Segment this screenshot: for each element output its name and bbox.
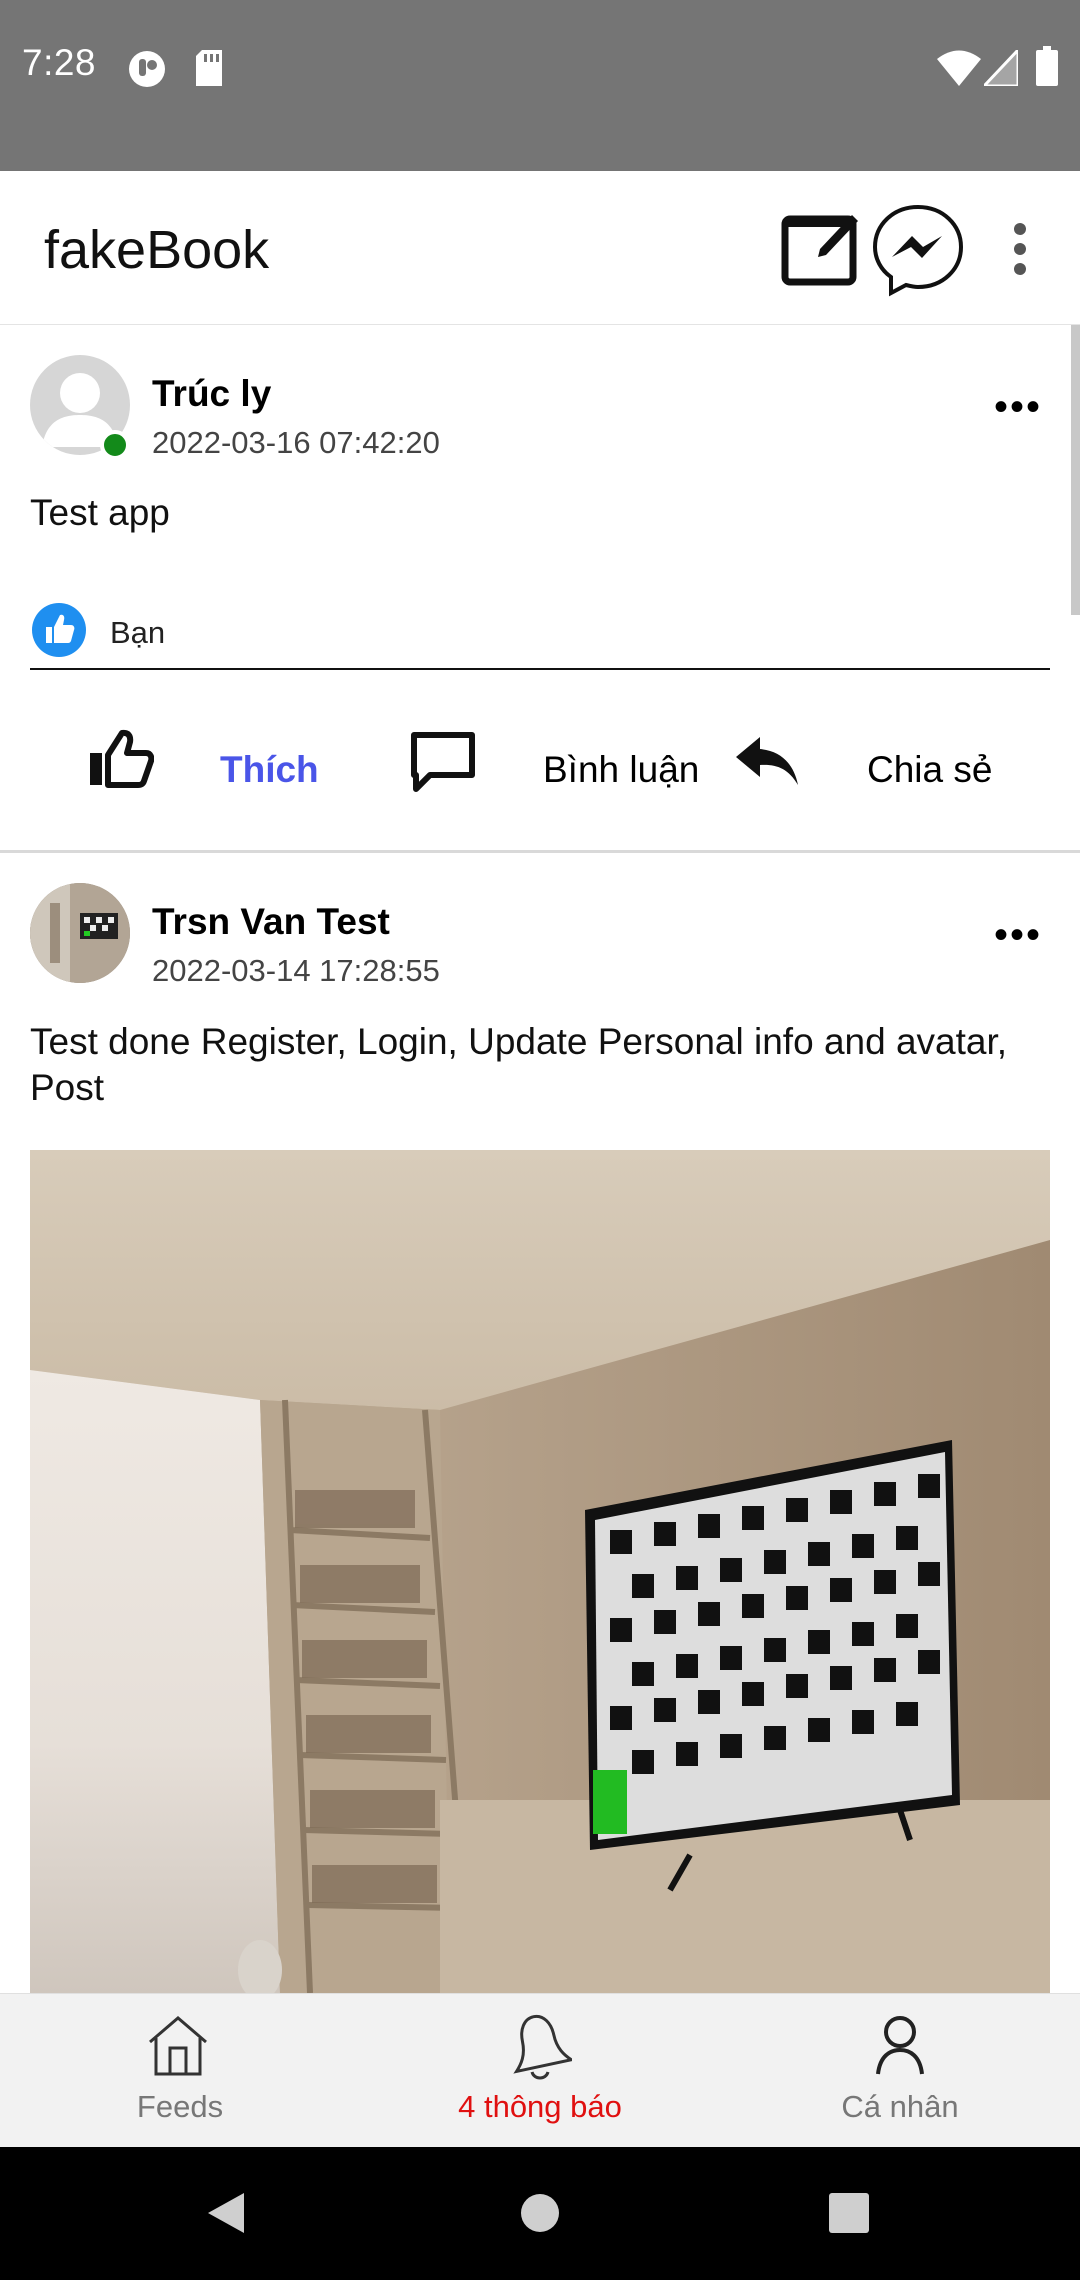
person-icon <box>876 2016 924 2075</box>
compose-post-icon[interactable] <box>780 207 860 287</box>
post-text: Test app <box>30 492 170 533</box>
nav-label-feeds: Feeds <box>136 2089 224 2124</box>
avatar[interactable] <box>30 883 130 983</box>
battery-icon <box>1036 46 1058 86</box>
nav-item-feeds[interactable]: Feeds <box>0 1994 360 2148</box>
post-menu-icon[interactable]: ••• <box>994 387 1042 427</box>
post-timestamp: 2022-03-14 17:28:55 <box>152 953 440 988</box>
nav-item-notifications[interactable]: 4 thông báo <box>360 1994 720 2148</box>
like-button[interactable]: Thích <box>220 749 319 791</box>
post-menu-icon[interactable]: ••• <box>994 915 1042 955</box>
nav-item-profile[interactable]: Cá nhân <box>720 1994 1080 2148</box>
bell-icon <box>513 2014 572 2080</box>
divider <box>30 668 1050 670</box>
like-icon[interactable] <box>86 729 154 789</box>
online-status-indicator <box>100 430 130 460</box>
system-navigation-bar <box>0 2147 1080 2280</box>
post-text: Test done Register, Login, Update Person… <box>30 1021 1008 1108</box>
more-options-icon[interactable] <box>1008 221 1032 277</box>
back-icon[interactable] <box>206 2191 246 2235</box>
like-summary-text[interactable]: Bạn <box>110 615 165 651</box>
post-image-photo[interactable] <box>30 1150 1050 1993</box>
post-author[interactable]: Trúc ly <box>152 373 271 415</box>
share-icon[interactable] <box>734 735 800 787</box>
recents-icon[interactable] <box>829 2193 869 2233</box>
nav-label-profile: Cá nhân <box>841 2089 959 2124</box>
nav-label-notifications: 4 thông báo <box>458 2089 622 2124</box>
home-button-icon[interactable] <box>520 2193 560 2233</box>
wifi-icon <box>937 50 981 86</box>
post-timestamp: 2022-03-16 07:42:20 <box>152 425 440 460</box>
bottom-navigation: Feeds 4 thông báo Cá nhân <box>0 1993 1080 2148</box>
comment-button[interactable]: Bình luận <box>543 749 699 791</box>
app-notification-icon <box>129 51 165 87</box>
cell-signal-icon <box>984 50 1018 86</box>
share-button[interactable]: Chia sẻ <box>867 749 992 791</box>
post-author[interactable]: Trsn Van Test <box>152 901 390 943</box>
like-reaction-icon <box>32 603 86 657</box>
comment-icon[interactable] <box>408 729 478 793</box>
status-bar: 7:28 <box>0 0 1080 171</box>
room-photo <box>30 1150 1050 1993</box>
app-title: fakeBook <box>44 220 270 280</box>
status-time: 7:28 <box>22 42 97 83</box>
app-bar: fakeBook <box>0 171 1080 325</box>
profile-photo <box>30 883 130 983</box>
home-icon <box>149 2016 207 2076</box>
messenger-icon[interactable] <box>870 201 966 297</box>
post-card: Trúc ly 2022-03-16 07:42:20 ••• Test app… <box>0 325 1080 850</box>
sd-card-icon <box>196 50 222 86</box>
